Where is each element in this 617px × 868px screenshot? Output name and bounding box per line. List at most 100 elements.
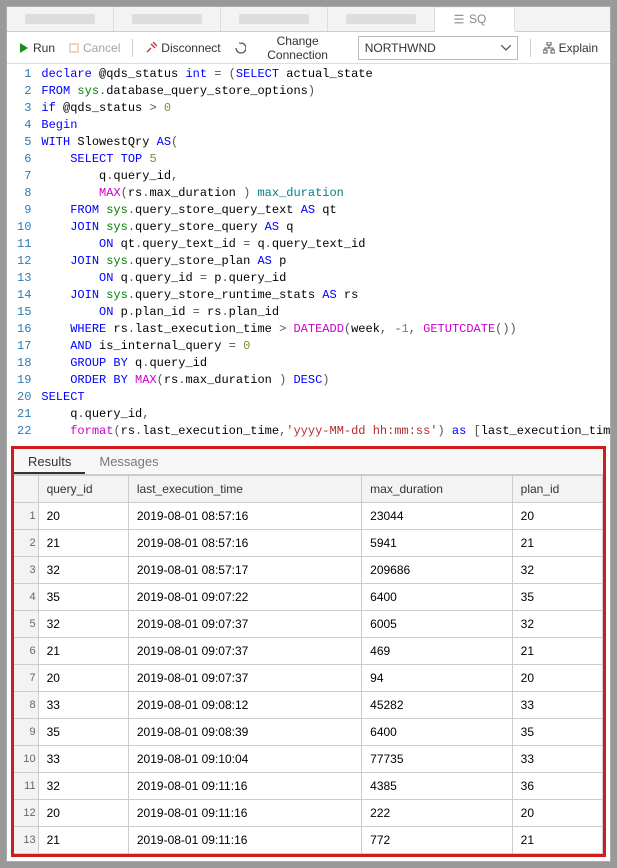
cell-max-duration[interactable]: 77735	[362, 746, 513, 773]
code-line[interactable]: ON p.plan_id = rs.plan_id	[41, 304, 610, 321]
cell-last-exec[interactable]: 2019-08-01 09:07:37	[128, 611, 361, 638]
code-line[interactable]: ON qt.query_text_id = q.query_text_id	[41, 236, 610, 253]
table-row[interactable]: 5322019-08-01 09:07:37600532	[14, 611, 603, 638]
cell-query-id[interactable]: 32	[38, 611, 128, 638]
table-row[interactable]: 13212019-08-01 09:11:1677221	[14, 827, 603, 854]
connection-dropdown[interactable]: NORTHWND	[358, 36, 518, 60]
cell-query-id[interactable]: 20	[38, 800, 128, 827]
cell-plan-id[interactable]: 32	[512, 611, 602, 638]
cell-last-exec[interactable]: 2019-08-01 09:11:16	[128, 800, 361, 827]
cell-plan-id[interactable]: 36	[512, 773, 602, 800]
table-row[interactable]: 12202019-08-01 09:11:1622220	[14, 800, 603, 827]
cell-plan-id[interactable]: 33	[512, 746, 602, 773]
cell-max-duration[interactable]: 6400	[362, 584, 513, 611]
table-row[interactable]: 8332019-08-01 09:08:124528233	[14, 692, 603, 719]
code-body[interactable]: declare @qds_status int = (SELECT actual…	[41, 66, 610, 440]
table-row[interactable]: 4352019-08-01 09:07:22640035	[14, 584, 603, 611]
cell-last-exec[interactable]: 2019-08-01 09:07:22	[128, 584, 361, 611]
cell-max-duration[interactable]: 94	[362, 665, 513, 692]
table-row[interactable]: 10332019-08-01 09:10:047773533	[14, 746, 603, 773]
tab-results[interactable]: Results	[14, 449, 85, 474]
cell-plan-id[interactable]: 21	[512, 638, 602, 665]
cell-plan-id[interactable]: 20	[512, 503, 602, 530]
tab-blurred-3[interactable]	[221, 7, 328, 31]
cell-query-id[interactable]: 21	[38, 827, 128, 854]
cell-last-exec[interactable]: 2019-08-01 09:08:39	[128, 719, 361, 746]
cell-query-id[interactable]: 32	[38, 557, 128, 584]
cell-max-duration[interactable]: 209686	[362, 557, 513, 584]
tab-blurred-4[interactable]	[328, 7, 435, 31]
cell-query-id[interactable]: 21	[38, 530, 128, 557]
cell-last-exec[interactable]: 2019-08-01 09:11:16	[128, 773, 361, 800]
cell-last-exec[interactable]: 2019-08-01 09:08:12	[128, 692, 361, 719]
code-line[interactable]: q.query_id,	[41, 406, 610, 423]
cell-query-id[interactable]: 21	[38, 638, 128, 665]
tab-sql-active[interactable]: SQ	[435, 8, 515, 32]
code-line[interactable]: if @qds_status > 0	[41, 100, 610, 117]
code-line[interactable]: format(rs.last_execution_time,'yyyy-MM-d…	[41, 423, 610, 440]
cell-last-exec[interactable]: 2019-08-01 09:07:37	[128, 638, 361, 665]
table-row[interactable]: 1202019-08-01 08:57:162304420	[14, 503, 603, 530]
code-line[interactable]: ORDER BY MAX(rs.max_duration ) DESC)	[41, 372, 610, 389]
code-line[interactable]: q.query_id,	[41, 168, 610, 185]
code-line[interactable]: declare @qds_status int = (SELECT actual…	[41, 66, 610, 83]
cell-max-duration[interactable]: 772	[362, 827, 513, 854]
tab-messages[interactable]: Messages	[85, 449, 172, 474]
tab-blurred-1[interactable]	[7, 7, 114, 31]
cancel-button[interactable]: Cancel	[63, 37, 126, 59]
cell-query-id[interactable]: 20	[38, 665, 128, 692]
code-line[interactable]: WITH SlowestQry AS(	[41, 134, 610, 151]
code-line[interactable]: JOIN sys.query_store_plan AS p	[41, 253, 610, 270]
code-line[interactable]: WHERE rs.last_execution_time > DATEADD(w…	[41, 321, 610, 338]
col-header[interactable]: plan_id	[512, 476, 602, 503]
table-row[interactable]: 6212019-08-01 09:07:3746921	[14, 638, 603, 665]
cell-last-exec[interactable]: 2019-08-01 08:57:16	[128, 503, 361, 530]
cell-last-exec[interactable]: 2019-08-01 09:11:16	[128, 827, 361, 854]
cell-max-duration[interactable]: 23044	[362, 503, 513, 530]
col-header[interactable]: max_duration	[362, 476, 513, 503]
cell-query-id[interactable]: 32	[38, 773, 128, 800]
cell-plan-id[interactable]: 21	[512, 827, 602, 854]
cell-max-duration[interactable]: 45282	[362, 692, 513, 719]
cell-max-duration[interactable]: 6005	[362, 611, 513, 638]
code-line[interactable]: ON q.query_id = p.query_id	[41, 270, 610, 287]
cell-max-duration[interactable]: 5941	[362, 530, 513, 557]
cell-query-id[interactable]: 33	[38, 746, 128, 773]
cell-max-duration[interactable]: 469	[362, 638, 513, 665]
cell-plan-id[interactable]: 32	[512, 557, 602, 584]
tab-blurred-2[interactable]	[114, 7, 221, 31]
cell-query-id[interactable]: 35	[38, 719, 128, 746]
cell-max-duration[interactable]: 6400	[362, 719, 513, 746]
cell-max-duration[interactable]: 222	[362, 800, 513, 827]
col-header[interactable]: query_id	[38, 476, 128, 503]
cell-plan-id[interactable]: 35	[512, 719, 602, 746]
cell-plan-id[interactable]: 20	[512, 665, 602, 692]
code-line[interactable]: FROM sys.query_store_query_text AS qt	[41, 202, 610, 219]
code-line[interactable]: AND is_internal_query = 0	[41, 338, 610, 355]
table-row[interactable]: 7202019-08-01 09:07:379420	[14, 665, 603, 692]
cell-plan-id[interactable]: 20	[512, 800, 602, 827]
cell-query-id[interactable]: 20	[38, 503, 128, 530]
cell-query-id[interactable]: 35	[38, 584, 128, 611]
code-line[interactable]: JOIN sys.query_store_query AS q	[41, 219, 610, 236]
code-line[interactable]: JOIN sys.query_store_runtime_stats AS rs	[41, 287, 610, 304]
cell-last-exec[interactable]: 2019-08-01 08:57:17	[128, 557, 361, 584]
cell-plan-id[interactable]: 35	[512, 584, 602, 611]
code-line[interactable]: MAX(rs.max_duration ) max_duration	[41, 185, 610, 202]
results-grid[interactable]: query_id last_execution_time max_duratio…	[14, 475, 603, 854]
code-line[interactable]: Begin	[41, 117, 610, 134]
table-row[interactable]: 9352019-08-01 09:08:39640035	[14, 719, 603, 746]
cell-last-exec[interactable]: 2019-08-01 09:07:37	[128, 665, 361, 692]
run-button[interactable]: Run	[13, 37, 61, 59]
code-line[interactable]: FROM sys.database_query_store_options)	[41, 83, 610, 100]
col-header[interactable]: last_execution_time	[128, 476, 361, 503]
code-line[interactable]: SELECT TOP 5	[41, 151, 610, 168]
change-connection-button[interactable]: Change Connection	[229, 30, 352, 66]
table-row[interactable]: 2212019-08-01 08:57:16594121	[14, 530, 603, 557]
cell-plan-id[interactable]: 21	[512, 530, 602, 557]
table-row[interactable]: 3322019-08-01 08:57:1720968632	[14, 557, 603, 584]
code-line[interactable]: SELECT	[41, 389, 610, 406]
disconnect-button[interactable]: Disconnect	[139, 37, 226, 59]
explain-button[interactable]: Explain	[537, 37, 604, 59]
code-line[interactable]: GROUP BY q.query_id	[41, 355, 610, 372]
